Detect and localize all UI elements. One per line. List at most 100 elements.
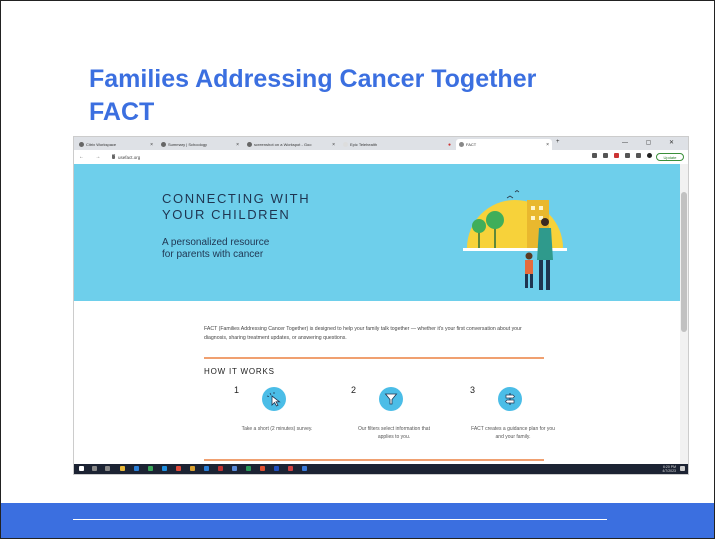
- app-icon[interactable]: [246, 466, 251, 471]
- app-icon[interactable]: [232, 466, 237, 471]
- app-icon[interactable]: [204, 466, 209, 471]
- child-body: [525, 260, 533, 274]
- start-icon[interactable]: [79, 466, 84, 471]
- profile-avatar[interactable]: [647, 153, 652, 158]
- app-icon[interactable]: [302, 466, 307, 471]
- close-icon[interactable]: ×: [546, 142, 549, 148]
- window-controls[interactable]: — ▢ ✕: [622, 139, 682, 146]
- clock-date: 4/7/2023: [662, 469, 676, 473]
- app-icon[interactable]: [190, 466, 195, 471]
- how-it-works-heading: HOW IT WORKS: [204, 367, 275, 376]
- tab-epic-telehealth[interactable]: Epic Telehealth ●: [340, 139, 454, 150]
- tab-label: Summary | Schoology: [168, 142, 208, 147]
- step-number: 2: [351, 385, 357, 395]
- parent-leg: [546, 260, 550, 290]
- app-icon[interactable]: [274, 466, 279, 471]
- tab-favicon-icon: [343, 142, 348, 147]
- bird-shape: [514, 190, 520, 193]
- browser-screenshot: Citrix Workspace × Summary | Schoology ×…: [73, 136, 689, 475]
- hero-title-line1: CONNECTING WITH: [162, 191, 311, 206]
- task-view-icon[interactable]: [105, 466, 110, 471]
- step-2: 2 Our filters select information that ap…: [351, 381, 451, 451]
- section-divider: [204, 357, 544, 359]
- scrollbar-thumb[interactable]: [681, 192, 687, 332]
- tree-shape: [472, 219, 486, 233]
- parent-body: [537, 228, 553, 260]
- window-shape: [531, 206, 535, 210]
- new-tab-button[interactable]: +: [556, 139, 560, 145]
- app-icon[interactable]: [134, 466, 139, 471]
- tab-favicon-icon: [79, 142, 84, 147]
- window-shape: [539, 206, 543, 210]
- step-3: 3 FACT creates a guidance plan for you a…: [470, 381, 570, 451]
- sidepanel-icon[interactable]: [636, 153, 641, 158]
- update-button[interactable]: Update: [656, 153, 684, 161]
- extension-icon[interactable]: [614, 153, 619, 158]
- app-icon[interactable]: [218, 466, 223, 471]
- url-text: usefact.org: [118, 154, 141, 160]
- slide: Families Addressing Cancer Together FACT…: [0, 0, 715, 539]
- share-icon[interactable]: [592, 153, 597, 158]
- child-head: [525, 252, 533, 260]
- tab-favicon-icon: [161, 142, 166, 147]
- browser-tab-bar: Citrix Workspace × Summary | Schoology ×…: [74, 137, 688, 150]
- step-description: FACT creates a guidance plan for you and…: [471, 426, 555, 440]
- url-field[interactable]: usefact.org: [112, 153, 582, 161]
- window-shape: [531, 216, 535, 220]
- step-number: 3: [470, 385, 476, 395]
- signpost-icon: [498, 387, 522, 411]
- edge-icon[interactable]: [162, 466, 167, 471]
- step-number: 1: [234, 385, 240, 395]
- tab-google-search[interactable]: screenshot on a Workspot - Goo ×: [244, 139, 338, 150]
- section-divider: [204, 459, 544, 461]
- tab-label: Citrix Workspace: [86, 142, 117, 147]
- hero-subtitle-line1: A personalized resource: [162, 237, 270, 248]
- app-icon[interactable]: [148, 466, 153, 471]
- chrome-icon[interactable]: [176, 466, 181, 471]
- hero-banner: CONNECTING WITH YOUR CHILDREN A personal…: [74, 164, 680, 301]
- hero-subtitle: A personalized resource for parents with…: [162, 237, 269, 261]
- tab-citrix[interactable]: Citrix Workspace ×: [76, 139, 156, 150]
- footer-line: [73, 519, 607, 520]
- puzzle-icon[interactable]: [625, 153, 630, 158]
- hero-title: CONNECTING WITH YOUR CHILDREN: [162, 191, 310, 223]
- tab-label: FACT: [466, 142, 477, 147]
- slide-title-line1: Families Addressing Cancer Together: [89, 65, 537, 93]
- star-icon[interactable]: [603, 153, 608, 158]
- tab-label: screenshot on a Workspot - Goo: [254, 142, 312, 147]
- intro-paragraph: FACT (Families Addressing Cancer Togethe…: [204, 326, 522, 341]
- child-leg: [525, 274, 528, 288]
- app-icon[interactable]: [260, 466, 265, 471]
- close-icon[interactable]: ×: [236, 142, 239, 148]
- notification-icon[interactable]: [680, 466, 685, 471]
- close-icon[interactable]: ×: [332, 142, 335, 148]
- file-explorer-icon[interactable]: [120, 466, 125, 471]
- funnel-filter-icon: [379, 387, 403, 411]
- tab-favicon-icon: [247, 142, 252, 147]
- page-scrollbar[interactable]: [680, 164, 688, 464]
- address-bar: ← → C usefact.org Update: [74, 150, 688, 165]
- lock-icon: [112, 155, 115, 159]
- recording-icon: ●: [447, 141, 451, 148]
- cursor-click-icon: [262, 387, 286, 411]
- search-icon[interactable]: [92, 466, 97, 471]
- step-description: Take a short (2 minutes) survey.: [241, 426, 313, 432]
- tab-label: Epic Telehealth: [350, 142, 378, 147]
- step-1: 1 Take a short (2 minutes) survey.: [234, 381, 334, 451]
- slide-title-line2: FACT: [89, 98, 155, 126]
- taskbar-clock[interactable]: 6:20 PM 4/7/2023: [662, 465, 676, 473]
- child-leg: [530, 274, 533, 288]
- slide-title: Families Addressing Cancer Together FACT: [89, 63, 689, 129]
- tab-fact[interactable]: FACT ×: [456, 139, 552, 150]
- tree-shape: [486, 211, 504, 229]
- tab-schoology[interactable]: Summary | Schoology ×: [158, 139, 242, 150]
- extension-icons: [592, 153, 652, 158]
- step-description: Our filters select information that appl…: [358, 426, 430, 440]
- app-icon[interactable]: [288, 466, 293, 471]
- close-icon[interactable]: ×: [150, 142, 153, 148]
- parent-head: [541, 218, 549, 226]
- parent-leg: [539, 260, 543, 290]
- footer-rule: [607, 521, 689, 522]
- tab-favicon-icon: [459, 142, 464, 147]
- bird-shape: [506, 195, 514, 199]
